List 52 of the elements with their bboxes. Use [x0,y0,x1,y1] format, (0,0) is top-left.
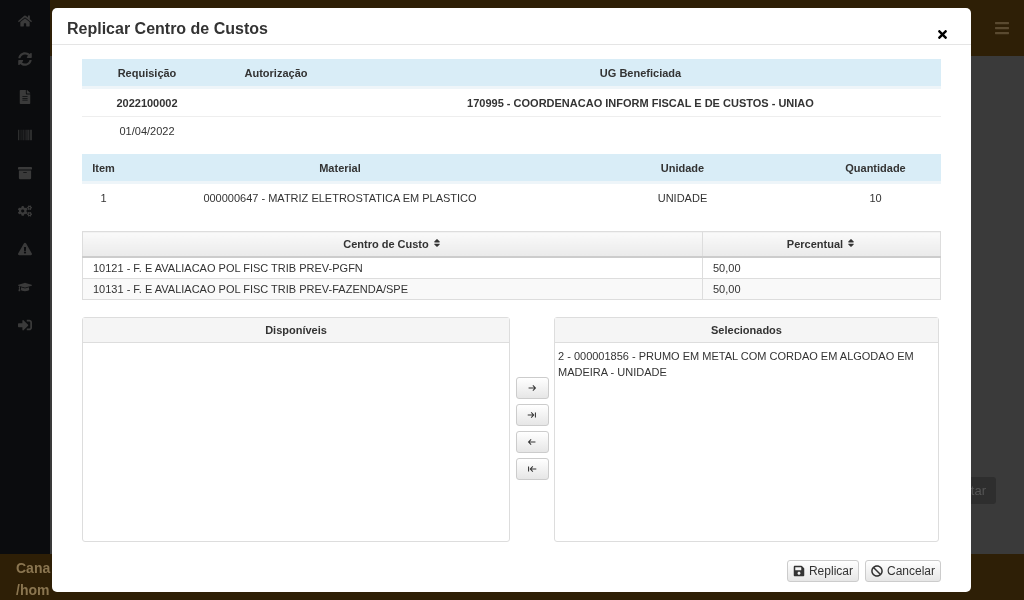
table-cell: 01/04/2022 [119,124,175,137]
table-cell: UNIDADE [657,191,708,204]
warning-icon[interactable] [18,242,32,256]
table-cell: 10121 - F. E AVALIACAO POL FISC TRIB PREV-PGFN [82,257,703,279]
sort-icon [431,238,442,248]
arrow-icon [526,409,538,421]
list-header: Selecionados [555,318,938,343]
table-cell: 10131 - F. E AVALIACAO POL FISC TRIB PREV-FAZENDA/SPE [82,278,703,300]
refresh-icon[interactable] [18,52,32,66]
footer-text: Cana [16,560,51,576]
table-cell: 10 [869,191,882,204]
table-cell: 50,00 [702,278,941,300]
arrow-icon [526,382,538,394]
sign-in-icon[interactable] [18,318,32,332]
sort-icon [846,238,857,248]
move-button[interactable] [515,458,549,480]
table-cell: 000000647 - MATRIZ ELETROSTATICA EM PLASTICO [203,191,477,204]
arrow-icon [526,463,538,475]
menu-icon[interactable] [994,20,1010,36]
graduation-cap-icon[interactable] [18,280,32,294]
move-button[interactable] [515,377,549,399]
modal-title: Replicar Centro de Custos [67,20,268,38]
table-cell: 1 [100,191,107,204]
column-header: Item [82,154,125,183]
table-cell: 2022100002 [116,96,178,109]
sortable-column-header[interactable]: Percentual [702,231,941,257]
arrow-icon [526,436,538,448]
table-cell: 50,00 [702,257,941,279]
column-header: Unidade [555,154,810,183]
available-list[interactable]: Disponíveis [82,317,510,542]
gears-icon[interactable] [18,204,32,218]
archive-icon[interactable] [18,166,32,180]
close-button[interactable] [936,27,949,41]
column-header: Quantidade [810,154,941,183]
replicate-button[interactable]: Replicar [786,560,859,582]
barcode-icon[interactable] [18,128,32,142]
list-header: Disponíveis [83,318,509,343]
sortable-column-header[interactable]: Centro de Custo [82,231,703,257]
column-header: Material [125,154,555,183]
column-header: Requisição [82,59,212,88]
move-button[interactable] [515,404,549,426]
move-button[interactable] [515,431,549,453]
selected-list[interactable]: Selecionados 2 - 000001856 - PRUMO EM METAL COM CORDAO EM ALGODAO EM MADEIRA - UNIDADE [554,317,939,542]
column-header: UG Beneficiada [340,59,941,88]
list-item[interactable]: 2 - 000001856 - PRUMO EM METAL COM CORDAO EM ALGODAO EM MADEIRA - UNIDADE [555,343,938,385]
column-header: Autorização [212,59,340,88]
home-icon[interactable] [18,14,32,28]
table-cell: 170995 - COORDENACAO INFORM FISCAL E DE CUSTOS - UNIAO [467,96,814,109]
footer-text: /hom [16,582,50,598]
ban-icon [870,565,883,577]
document-icon[interactable] [18,90,32,104]
cancel-button[interactable]: Cancelar [864,560,941,582]
